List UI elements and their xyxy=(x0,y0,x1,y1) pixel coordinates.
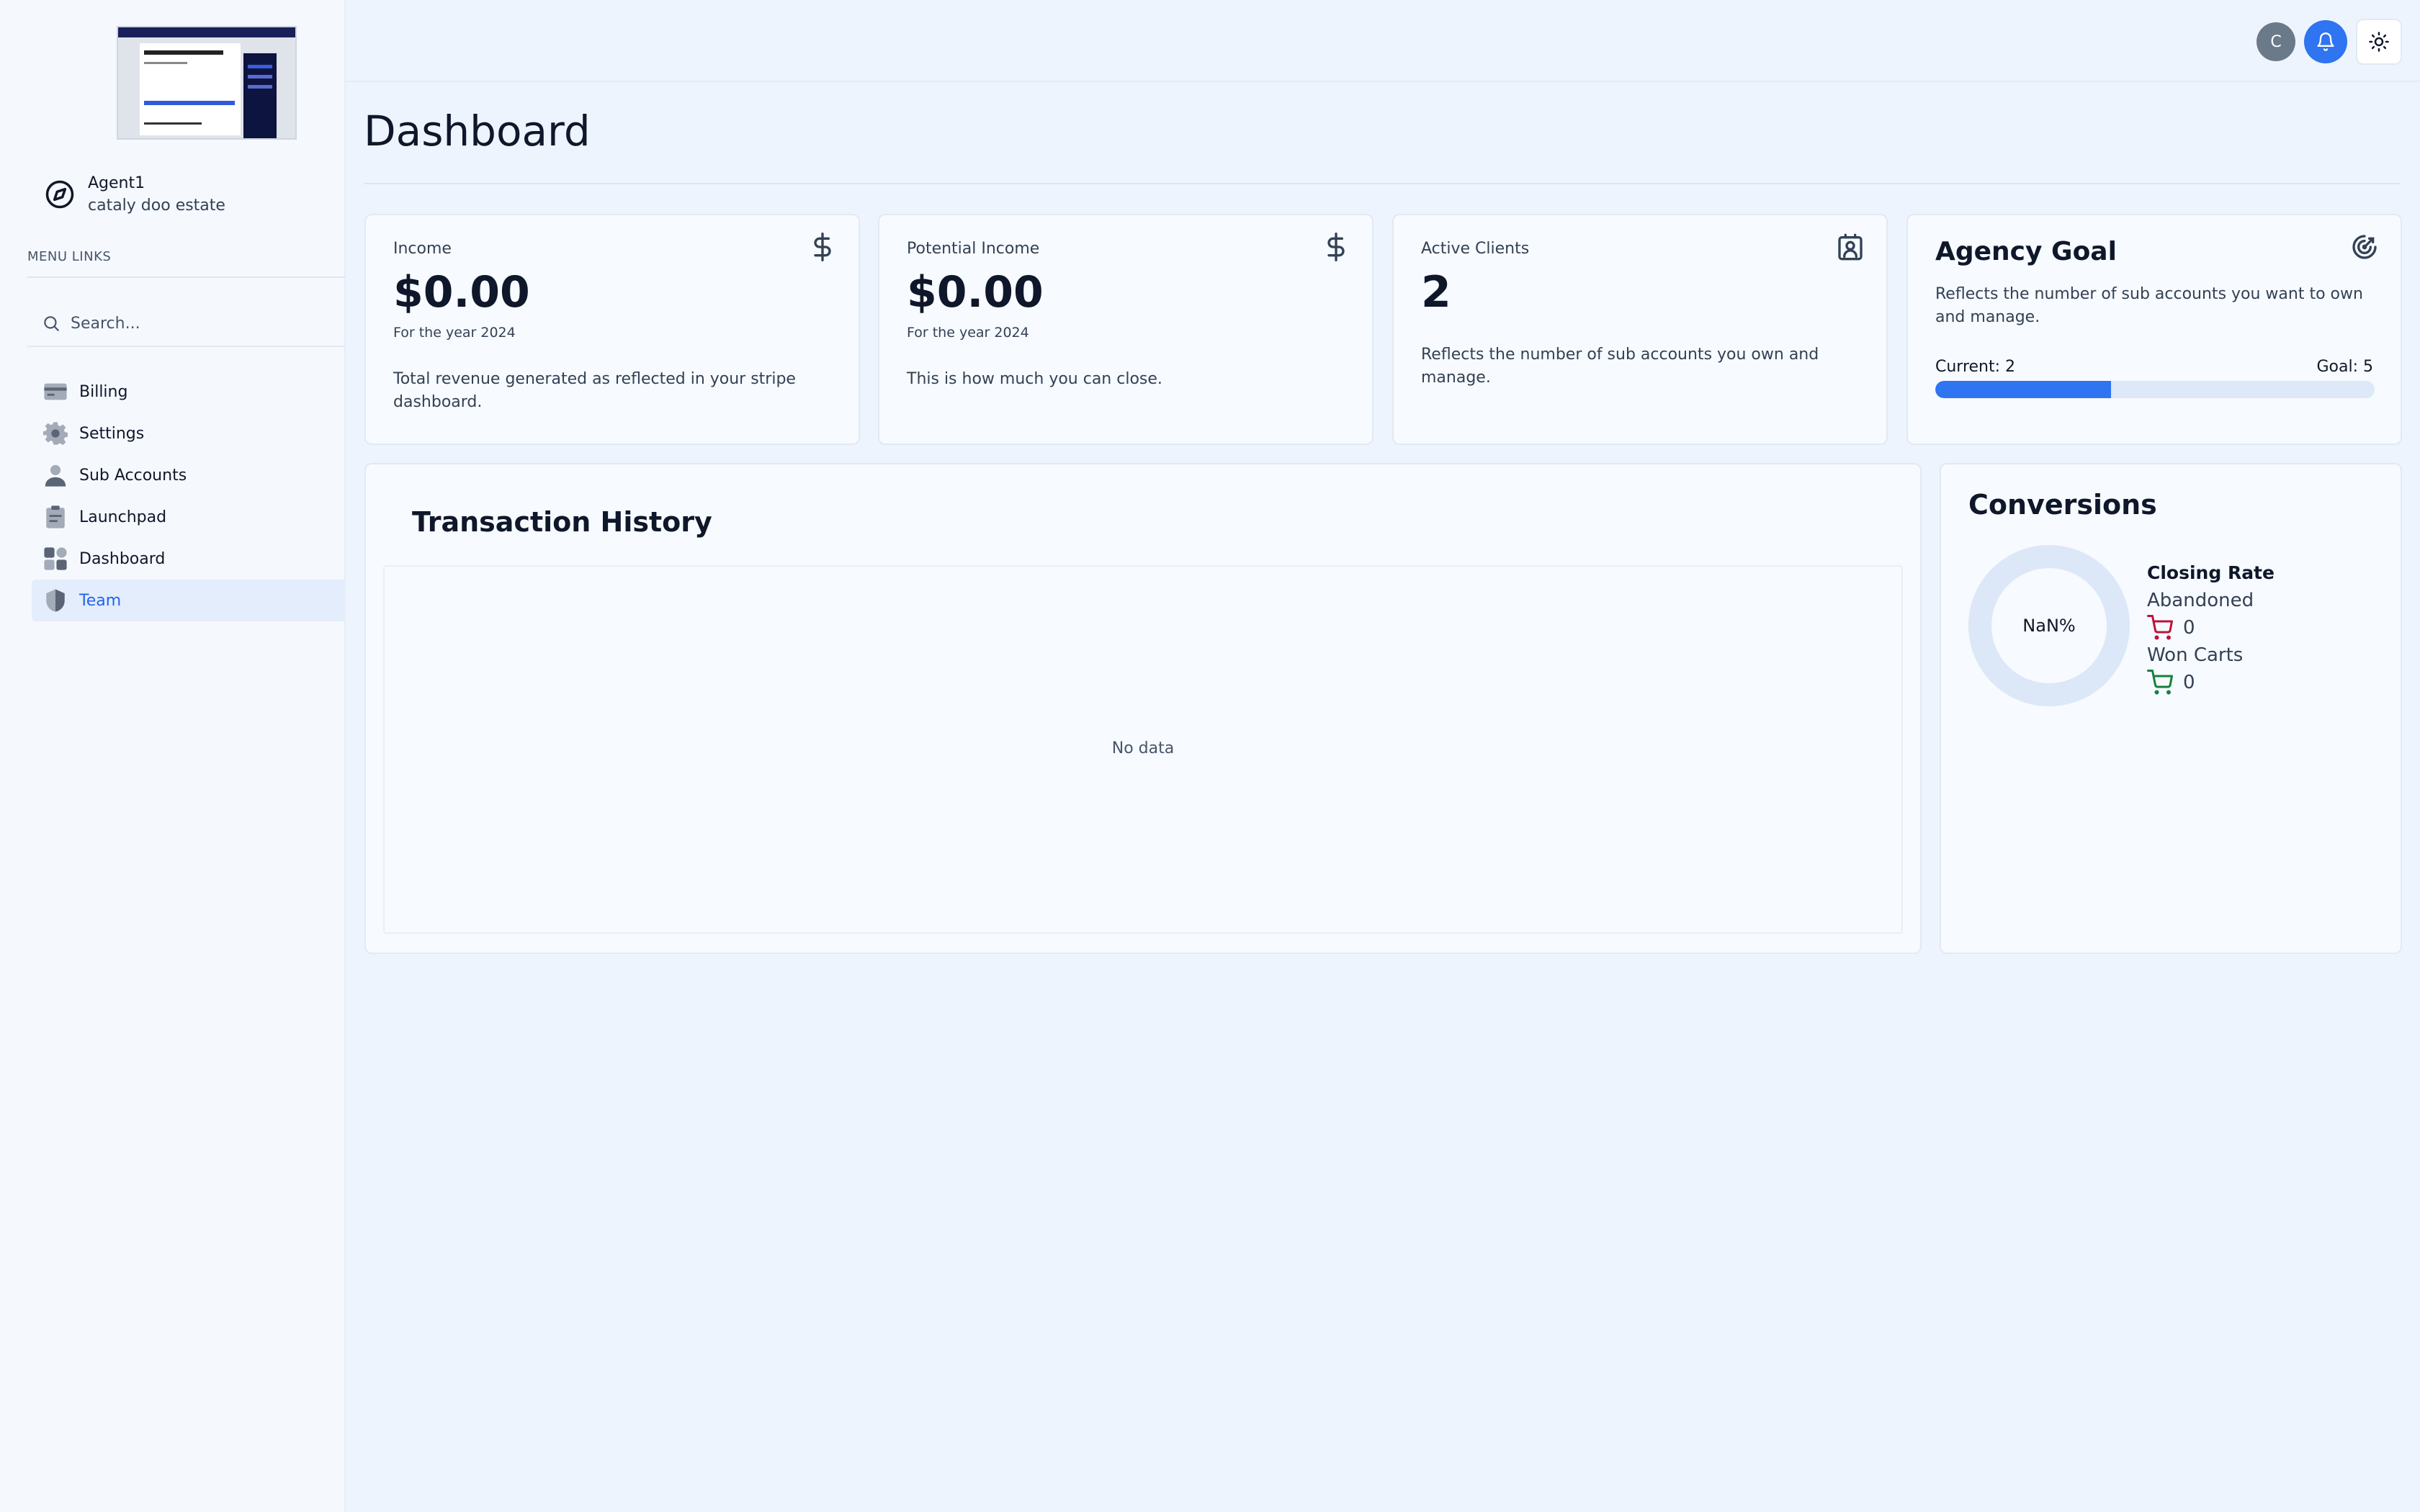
sidebar: Agent1 cataly doo estate MENU LINKS Bill… xyxy=(0,0,346,1512)
sidebar-item-team[interactable]: Team xyxy=(32,580,346,621)
title-divider xyxy=(364,183,2401,184)
active-clients-card: Active Clients 2 Reflects the number of … xyxy=(1392,214,1888,445)
credit-card-icon xyxy=(44,383,67,400)
sidebar-nav: Billing Settings Sub Accounts Launchpad … xyxy=(32,371,346,621)
gear-icon xyxy=(43,422,68,446)
page-title: Dashboard xyxy=(364,107,591,156)
conversions-legend: Closing Rate Abandoned 0 Won Carts 0 xyxy=(2147,559,2378,696)
sidebar-item-label: Billing xyxy=(79,382,128,401)
cart-icon xyxy=(2147,670,2173,695)
sidebar-item-label: Team xyxy=(79,591,122,610)
abandoned-row: 0 xyxy=(2147,614,2378,642)
transaction-chart-area: No data xyxy=(383,565,1903,934)
theme-toggle-button[interactable] xyxy=(2356,19,2402,65)
potential-income-description: This is how much you can close. xyxy=(907,370,1162,388)
sidebar-item-launchpad[interactable]: Launchpad xyxy=(32,496,346,538)
goal-progress-fill xyxy=(1935,381,2111,398)
menu-heading: MENU LINKS xyxy=(27,249,112,264)
clipboard-icon xyxy=(46,505,65,528)
abandoned-value: 0 xyxy=(2183,617,2195,639)
sidebar-item-label: Dashboard xyxy=(79,549,166,568)
contact-icon xyxy=(1838,233,1863,261)
account-subtitle: cataly doo estate xyxy=(88,197,225,215)
active-clients-description: Reflects the number of sub accounts you … xyxy=(1421,346,1819,387)
abandoned-label: Abandoned xyxy=(2147,590,2254,611)
empty-state-text: No data xyxy=(1111,739,1175,757)
potential-income-period: For the year 2024 xyxy=(907,325,1029,341)
search-icon xyxy=(44,316,59,331)
compass-icon xyxy=(45,180,74,209)
income-description: Total revenue generated as reflected in … xyxy=(393,370,796,411)
goal-progress-bar xyxy=(1935,381,2375,398)
potential-income-label: Potential Income xyxy=(907,240,1040,258)
income-label: Income xyxy=(393,240,452,258)
transaction-history-title: Transaction History xyxy=(412,506,712,538)
potential-income-value: $0.00 xyxy=(907,267,1044,318)
shield-icon xyxy=(46,589,65,612)
agency-goal-card: Agency Goal Reflects the number of sub a… xyxy=(1906,214,2402,445)
won-carts-value: 0 xyxy=(2183,672,2195,693)
sidebar-item-settings[interactable]: Settings xyxy=(32,413,346,454)
sun-icon xyxy=(2369,32,2389,52)
active-clients-label: Active Clients xyxy=(1421,240,1530,258)
potential-income-card: Potential Income $0.00 For the year 2024… xyxy=(878,214,1373,445)
bell-icon xyxy=(2317,32,2334,51)
dollar-icon xyxy=(1327,233,1345,261)
goal-current-label: Current: 2 xyxy=(1935,358,2016,376)
notifications-button[interactable] xyxy=(2304,20,2347,63)
income-value: $0.00 xyxy=(393,267,530,318)
person-icon xyxy=(45,464,66,487)
sidebar-item-label: Settings xyxy=(79,424,145,443)
agency-goal-description: Reflects the number of sub accounts you … xyxy=(1935,285,2363,326)
account-name: Agent1 xyxy=(88,174,145,192)
search-input[interactable] xyxy=(71,314,330,333)
dollar-icon xyxy=(814,233,831,261)
agency-logo-image xyxy=(117,26,297,140)
sidebar-item-dashboard[interactable]: Dashboard xyxy=(32,538,346,580)
top-bar xyxy=(346,0,2420,82)
conversions-card: Conversions NaN% Closing Rate Abandoned … xyxy=(1940,463,2402,954)
active-clients-value: 2 xyxy=(1421,267,1451,318)
income-card: Income $0.00 For the year 2024 Total rev… xyxy=(364,214,860,445)
income-period: For the year 2024 xyxy=(393,325,516,341)
agency-goal-title: Agency Goal xyxy=(1935,237,2117,266)
menu-divider xyxy=(27,276,346,278)
conversions-title: Conversions xyxy=(1968,489,2157,521)
search-bar xyxy=(27,301,346,347)
cart-icon xyxy=(2147,615,2173,640)
transaction-history-card: Transaction History No data xyxy=(364,463,1922,954)
sidebar-item-billing[interactable]: Billing xyxy=(32,371,346,413)
target-icon xyxy=(2352,235,2377,259)
goal-target-label: Goal: 5 xyxy=(2316,358,2373,376)
won-carts-row: 0 xyxy=(2147,669,2378,696)
won-carts-label: Won Carts xyxy=(2147,644,2244,666)
sidebar-item-label: Launchpad xyxy=(79,508,167,526)
closing-rate-heading: Closing Rate xyxy=(2147,562,2275,583)
sidebar-item-sub-accounts[interactable]: Sub Accounts xyxy=(32,454,346,496)
closing-rate-value: NaN% xyxy=(2022,616,2076,636)
sidebar-item-label: Sub Accounts xyxy=(79,466,187,485)
account-switcher[interactable]: Agent1 cataly doo estate xyxy=(45,171,333,217)
grid-icon xyxy=(44,547,67,570)
avatar[interactable]: C xyxy=(2257,22,2295,61)
